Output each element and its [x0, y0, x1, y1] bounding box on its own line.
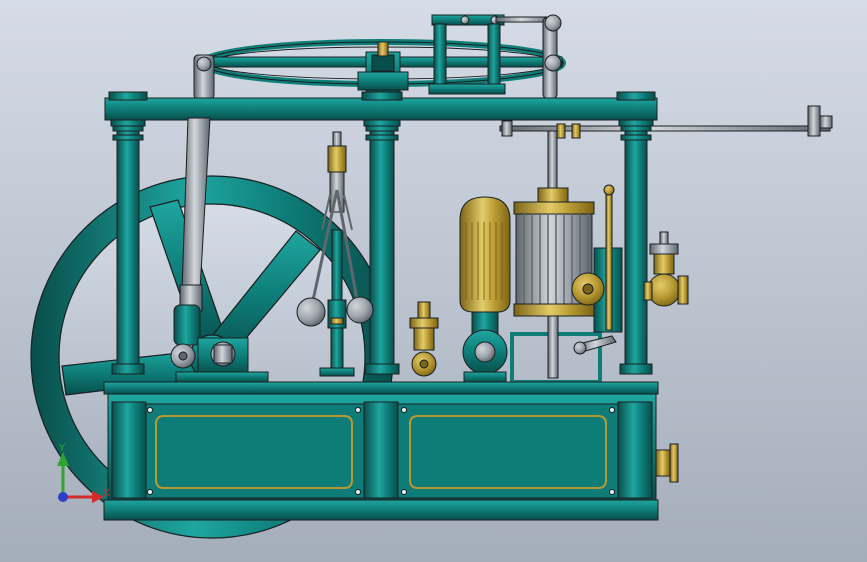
engine-base[interactable] — [103, 381, 659, 521]
top-beam — [104, 97, 658, 121]
cad-scene[interactable]: Y X — [0, 0, 867, 562]
governor-ball-right — [346, 296, 374, 324]
air-vessel[interactable] — [459, 196, 511, 383]
base-side-flange[interactable] — [655, 443, 679, 483]
graphics-viewport[interactable]: Y X — [0, 0, 867, 562]
triad-x-label: X — [103, 488, 110, 499]
triad-y-label: Y — [58, 443, 66, 454]
triad-z-axis — [58, 492, 68, 502]
governor-ball-left — [296, 297, 326, 327]
